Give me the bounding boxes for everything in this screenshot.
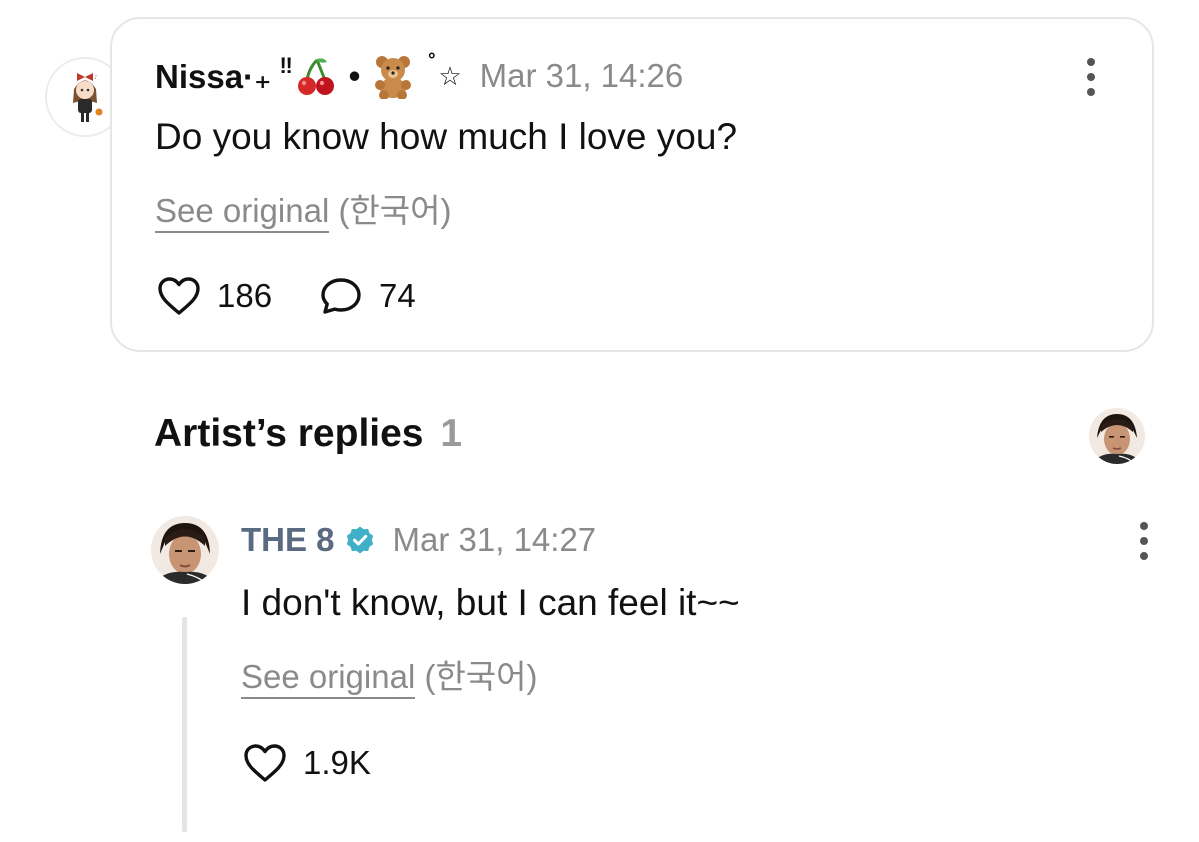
post-author-name[interactable]: Nissa·₊ (155, 57, 271, 96)
artist-replies-count: 1 (440, 412, 463, 455)
see-original-link[interactable]: See original (241, 658, 416, 699)
reply-timestamp: Mar 31, 14:27 (392, 521, 597, 558)
reply-header: THE 8 Mar 31, 14:27 (241, 516, 596, 564)
more-vertical-icon (1140, 522, 1148, 530)
teddy-bear-icon (375, 56, 412, 99)
reply-author-name[interactable]: THE 8 (241, 521, 335, 559)
verified-badge-icon (346, 526, 373, 554)
star-ornament: ☆ (438, 60, 462, 91)
double-exclamation-mark: ‼ (279, 53, 293, 78)
artist-avatar-small[interactable] (1089, 408, 1145, 464)
bullet-separator: • (348, 57, 361, 94)
post-header: Nissa·₊ ‼ • ˚ ☆ Mar 31, 14:26 (155, 51, 683, 101)
svg-text:♪: ♪ (94, 74, 98, 81)
post-body-text: Do you know how much I love you? (155, 116, 738, 157)
post-like-count: 186 (217, 277, 273, 314)
thread-line (182, 617, 187, 832)
original-language-label: (한국어) (338, 192, 452, 229)
original-language-label: (한국어) (424, 658, 538, 695)
see-original-link[interactable]: See original (155, 192, 330, 233)
reply-like-count: 1.9K (303, 744, 371, 781)
artist-portrait-icon (151, 516, 219, 584)
reply-like-button[interactable]: 1.9K (243, 743, 371, 783)
reply-body-text: I don't know, but I can feel it~~ (241, 582, 740, 623)
artist-replies-heading: Artist’s replies 1 (154, 412, 462, 456)
post-see-original: See original (한국어) (155, 184, 452, 233)
ring-ornament: ˚ (428, 51, 437, 78)
reply-more-button[interactable] (1139, 522, 1149, 560)
post-comment-count: 74 (379, 277, 416, 314)
artist-replies-title: Artist’s replies (154, 412, 424, 455)
post-detail-page: ♪ Nissa·₊ ‼ • ˚ ☆ Mar 31, 14:26 Do you k… (0, 0, 1199, 842)
comment-bubble-icon (321, 278, 361, 314)
cherry-icon (297, 58, 334, 95)
post-comment-button[interactable]: 74 (319, 276, 416, 316)
post-more-button[interactable] (1086, 58, 1096, 96)
artist-avatar[interactable] (151, 516, 219, 584)
post-like-button[interactable]: 186 (157, 276, 272, 316)
fan-post-card[interactable]: Nissa·₊ ‼ • ˚ ☆ Mar 31, 14:26 Do you kno… (110, 17, 1154, 352)
reply-see-original: See original (한국어) (241, 650, 538, 699)
heart-icon (244, 744, 286, 782)
heart-icon (158, 277, 200, 315)
artist-portrait-icon (1089, 408, 1145, 464)
post-timestamp: Mar 31, 14:26 (479, 57, 684, 94)
more-vertical-icon (1087, 58, 1095, 66)
